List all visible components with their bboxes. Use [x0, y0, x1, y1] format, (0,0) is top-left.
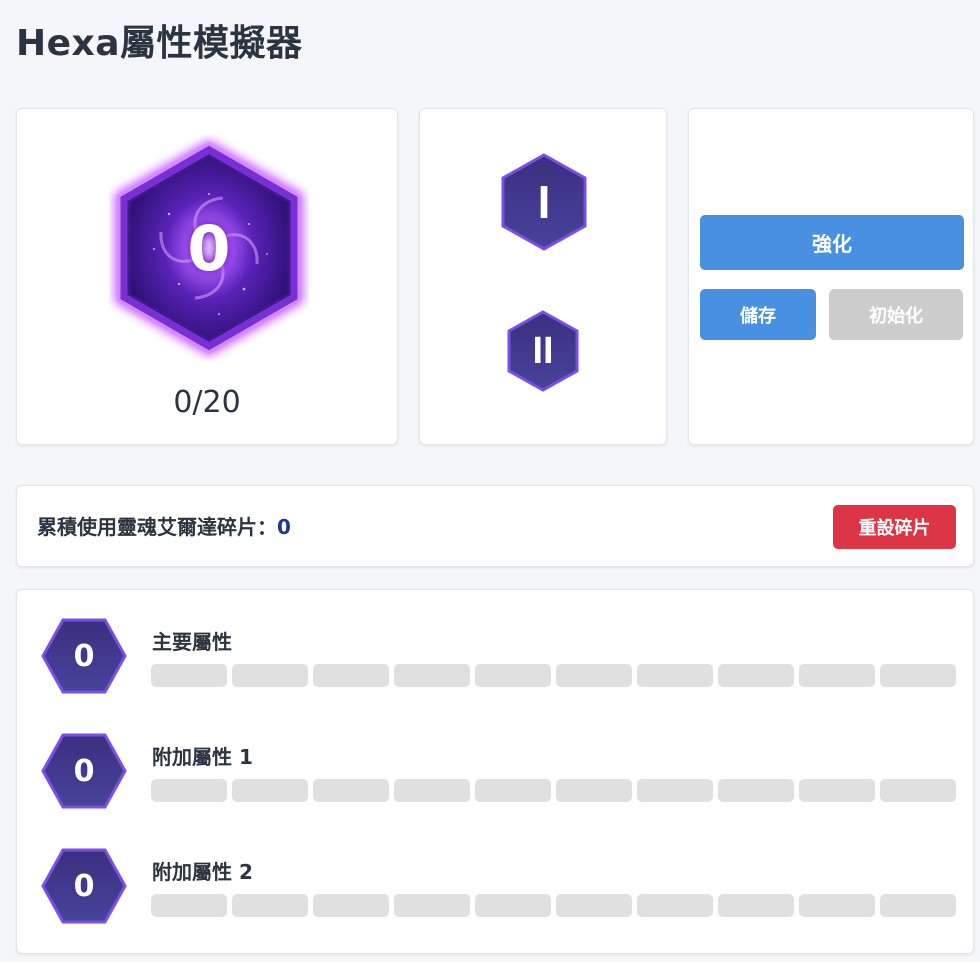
stat-row-additional-1: 0 附加屬性 1 — [17, 733, 975, 813]
initialize-button[interactable]: 初始化 — [829, 289, 963, 340]
stat-progress-segment — [718, 894, 794, 917]
stat-progress-segment — [232, 779, 308, 802]
stat-progress-segment — [799, 894, 875, 917]
stat-level: 0 — [73, 868, 95, 904]
stats-card: 0 主要屬性 0 附加屬性 1 0 附加屬性 2 — [16, 589, 974, 954]
option-i-label: I — [537, 176, 551, 228]
stat-row-main: 0 主要屬性 — [17, 618, 975, 698]
stat-progress-segment — [556, 664, 632, 687]
stat-progress-segment — [313, 894, 389, 917]
stat-row-additional-2: 0 附加屬性 2 — [17, 848, 975, 928]
stat-level-hexagon-icon: 0 — [41, 733, 127, 809]
option-selector-card: I II — [419, 108, 667, 445]
actions-card: 強化 儲存 初始化 — [688, 108, 974, 445]
stat-progress-bars — [151, 664, 956, 687]
stat-progress-segment — [232, 894, 308, 917]
fragment-label: 累積使用靈魂艾爾達碎片： — [37, 515, 277, 539]
fragment-counter: 累積使用靈魂艾爾達碎片：0 — [37, 486, 291, 568]
stat-progress-segment — [232, 664, 308, 687]
stat-level: 0 — [73, 753, 95, 789]
fragment-counter-card: 累積使用靈魂艾爾達碎片：0 重設碎片 — [16, 485, 974, 567]
main-hexa-level: 0 — [187, 211, 231, 285]
stat-name: 附加屬性 2 — [152, 860, 253, 884]
option-i-hex-button[interactable]: I — [501, 153, 587, 251]
stat-progress-segment — [556, 779, 632, 802]
fragment-value: 0 — [277, 515, 291, 539]
stat-progress-segment — [556, 894, 632, 917]
stat-progress-segment — [799, 664, 875, 687]
stat-progress-segment — [151, 894, 227, 917]
option-ii-hex-button[interactable]: II — [507, 310, 579, 392]
stat-progress-segment — [718, 779, 794, 802]
stat-progress-segment — [151, 779, 227, 802]
stat-progress-segment — [718, 664, 794, 687]
stat-progress-segment — [394, 894, 470, 917]
stat-progress-segment — [880, 894, 956, 917]
stat-level-hexagon-icon: 0 — [41, 618, 127, 694]
stat-progress-segment — [637, 664, 713, 687]
option-ii-label: II — [532, 329, 554, 372]
stat-progress-segment — [475, 894, 551, 917]
stat-progress-segment — [475, 664, 551, 687]
stat-progress-segment — [880, 664, 956, 687]
save-button[interactable]: 儲存 — [700, 289, 816, 340]
stat-progress-bars — [151, 894, 956, 917]
main-hexa-progress: 0/20 — [173, 385, 241, 420]
stat-progress-segment — [880, 779, 956, 802]
stat-progress-segment — [475, 779, 551, 802]
stat-progress-bars — [151, 779, 956, 802]
stat-progress-segment — [394, 664, 470, 687]
stat-level: 0 — [73, 638, 95, 674]
stat-progress-segment — [394, 779, 470, 802]
page-title: Hexa屬性模擬器 — [16, 23, 303, 64]
stat-progress-segment — [637, 894, 713, 917]
enhance-button[interactable]: 強化 — [700, 215, 964, 270]
stat-progress-segment — [313, 664, 389, 687]
stat-progress-segment — [799, 779, 875, 802]
stat-progress-segment — [637, 779, 713, 802]
reset-fragments-button[interactable]: 重設碎片 — [833, 505, 956, 549]
main-hexa-card: 0 0/20 — [16, 108, 398, 445]
stat-name: 附加屬性 1 — [152, 745, 253, 769]
stat-name: 主要屬性 — [152, 630, 232, 654]
stat-level-hexagon-icon: 0 — [41, 848, 127, 924]
stat-progress-segment — [313, 779, 389, 802]
stat-progress-segment — [151, 664, 227, 687]
